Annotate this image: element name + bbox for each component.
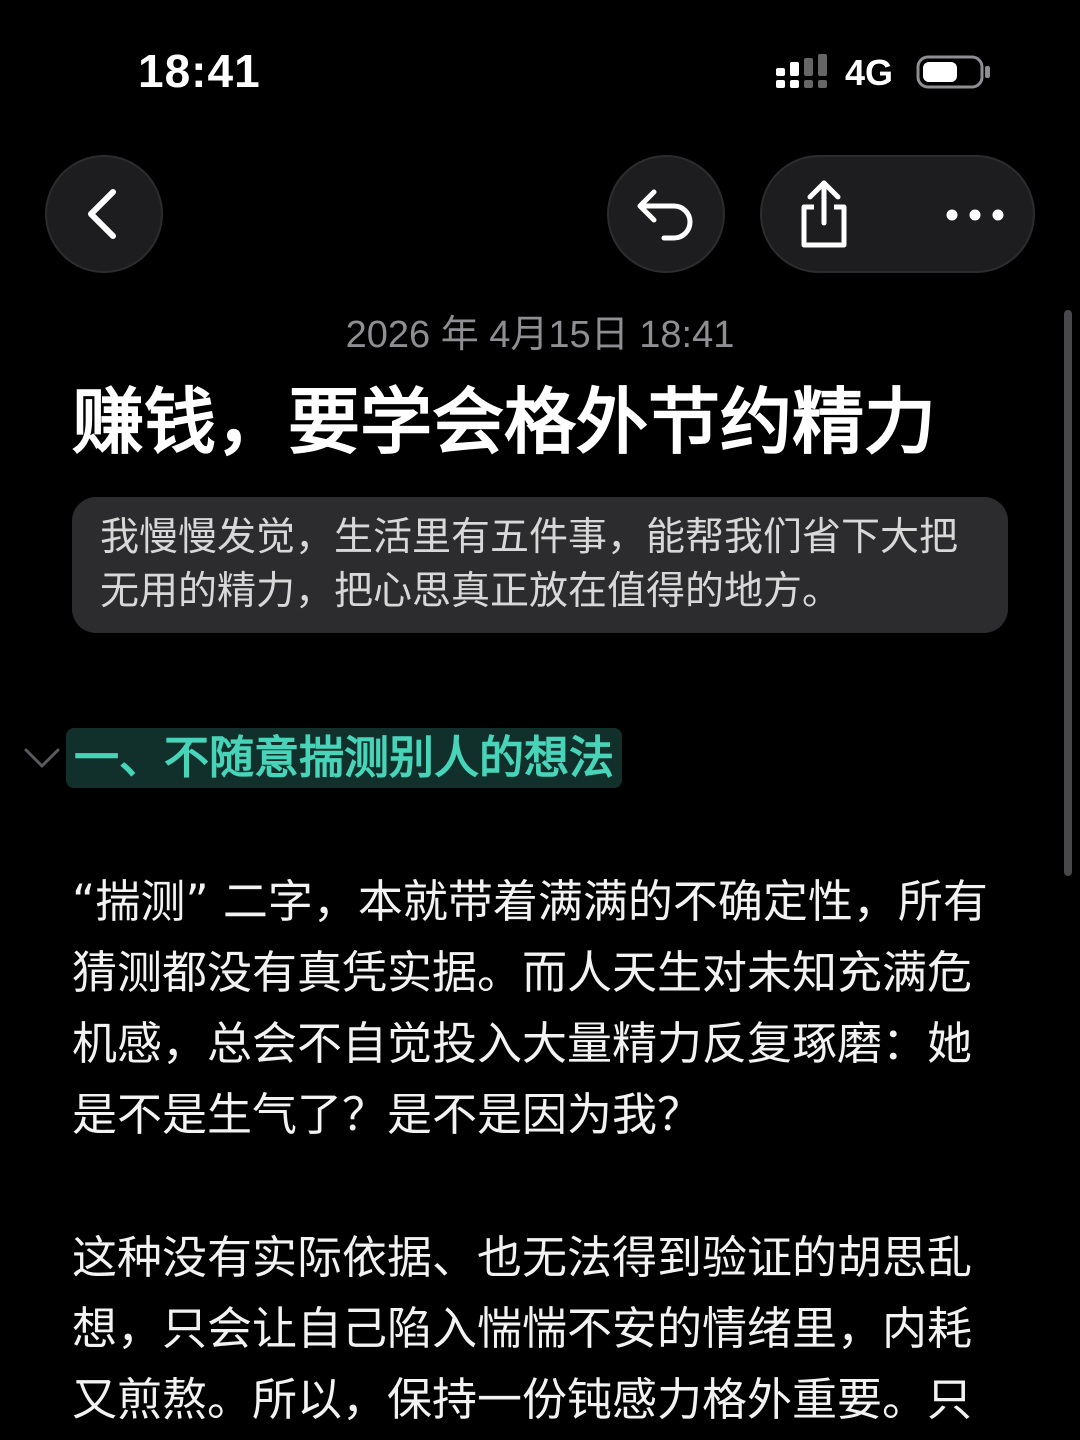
- body-paragraph[interactable]: “揣测” 二字，本就带着满满的不确定性，所有猜测都没有真凭实据。而人天生对未知充…: [72, 866, 1012, 1150]
- scrollbar[interactable]: [1064, 310, 1072, 876]
- note-date: 2026 年 4月15日 18:41: [345, 314, 735, 356]
- note-quote[interactable]: 我慢慢发觉，生活里有五件事，能帮我们省下大把无用的精力，把心思真正放在值得的地方…: [72, 497, 1008, 633]
- ellipsis-icon: [946, 209, 1004, 221]
- chevron-down-icon[interactable]: [22, 742, 62, 774]
- body-paragraph[interactable]: 这种没有实际依据、也无法得到验证的胡思乱想，只会让自己陷入惴惴不安的情绪里，内耗…: [72, 1222, 1012, 1435]
- chevron-left-icon: [88, 189, 116, 239]
- undo-button[interactable]: [607, 155, 725, 273]
- share-button[interactable]: [784, 177, 864, 253]
- share-icon: [801, 180, 847, 248]
- status-time: 18:41: [138, 45, 261, 97]
- action-pill: [760, 155, 1035, 273]
- section-heading[interactable]: 一、不随意揣测别人的想法: [66, 728, 623, 788]
- more-button[interactable]: [930, 177, 1020, 253]
- back-button[interactable]: [45, 155, 163, 273]
- note-title[interactable]: 赚钱，要学会格外节约精力: [72, 378, 1032, 466]
- status-bar: 18:41 4G: [0, 0, 1080, 140]
- undo-arrow-icon: [637, 189, 693, 241]
- signal-bars-icon: [776, 54, 827, 88]
- battery-icon: [916, 55, 990, 89]
- network-type: 4G: [845, 52, 894, 93]
